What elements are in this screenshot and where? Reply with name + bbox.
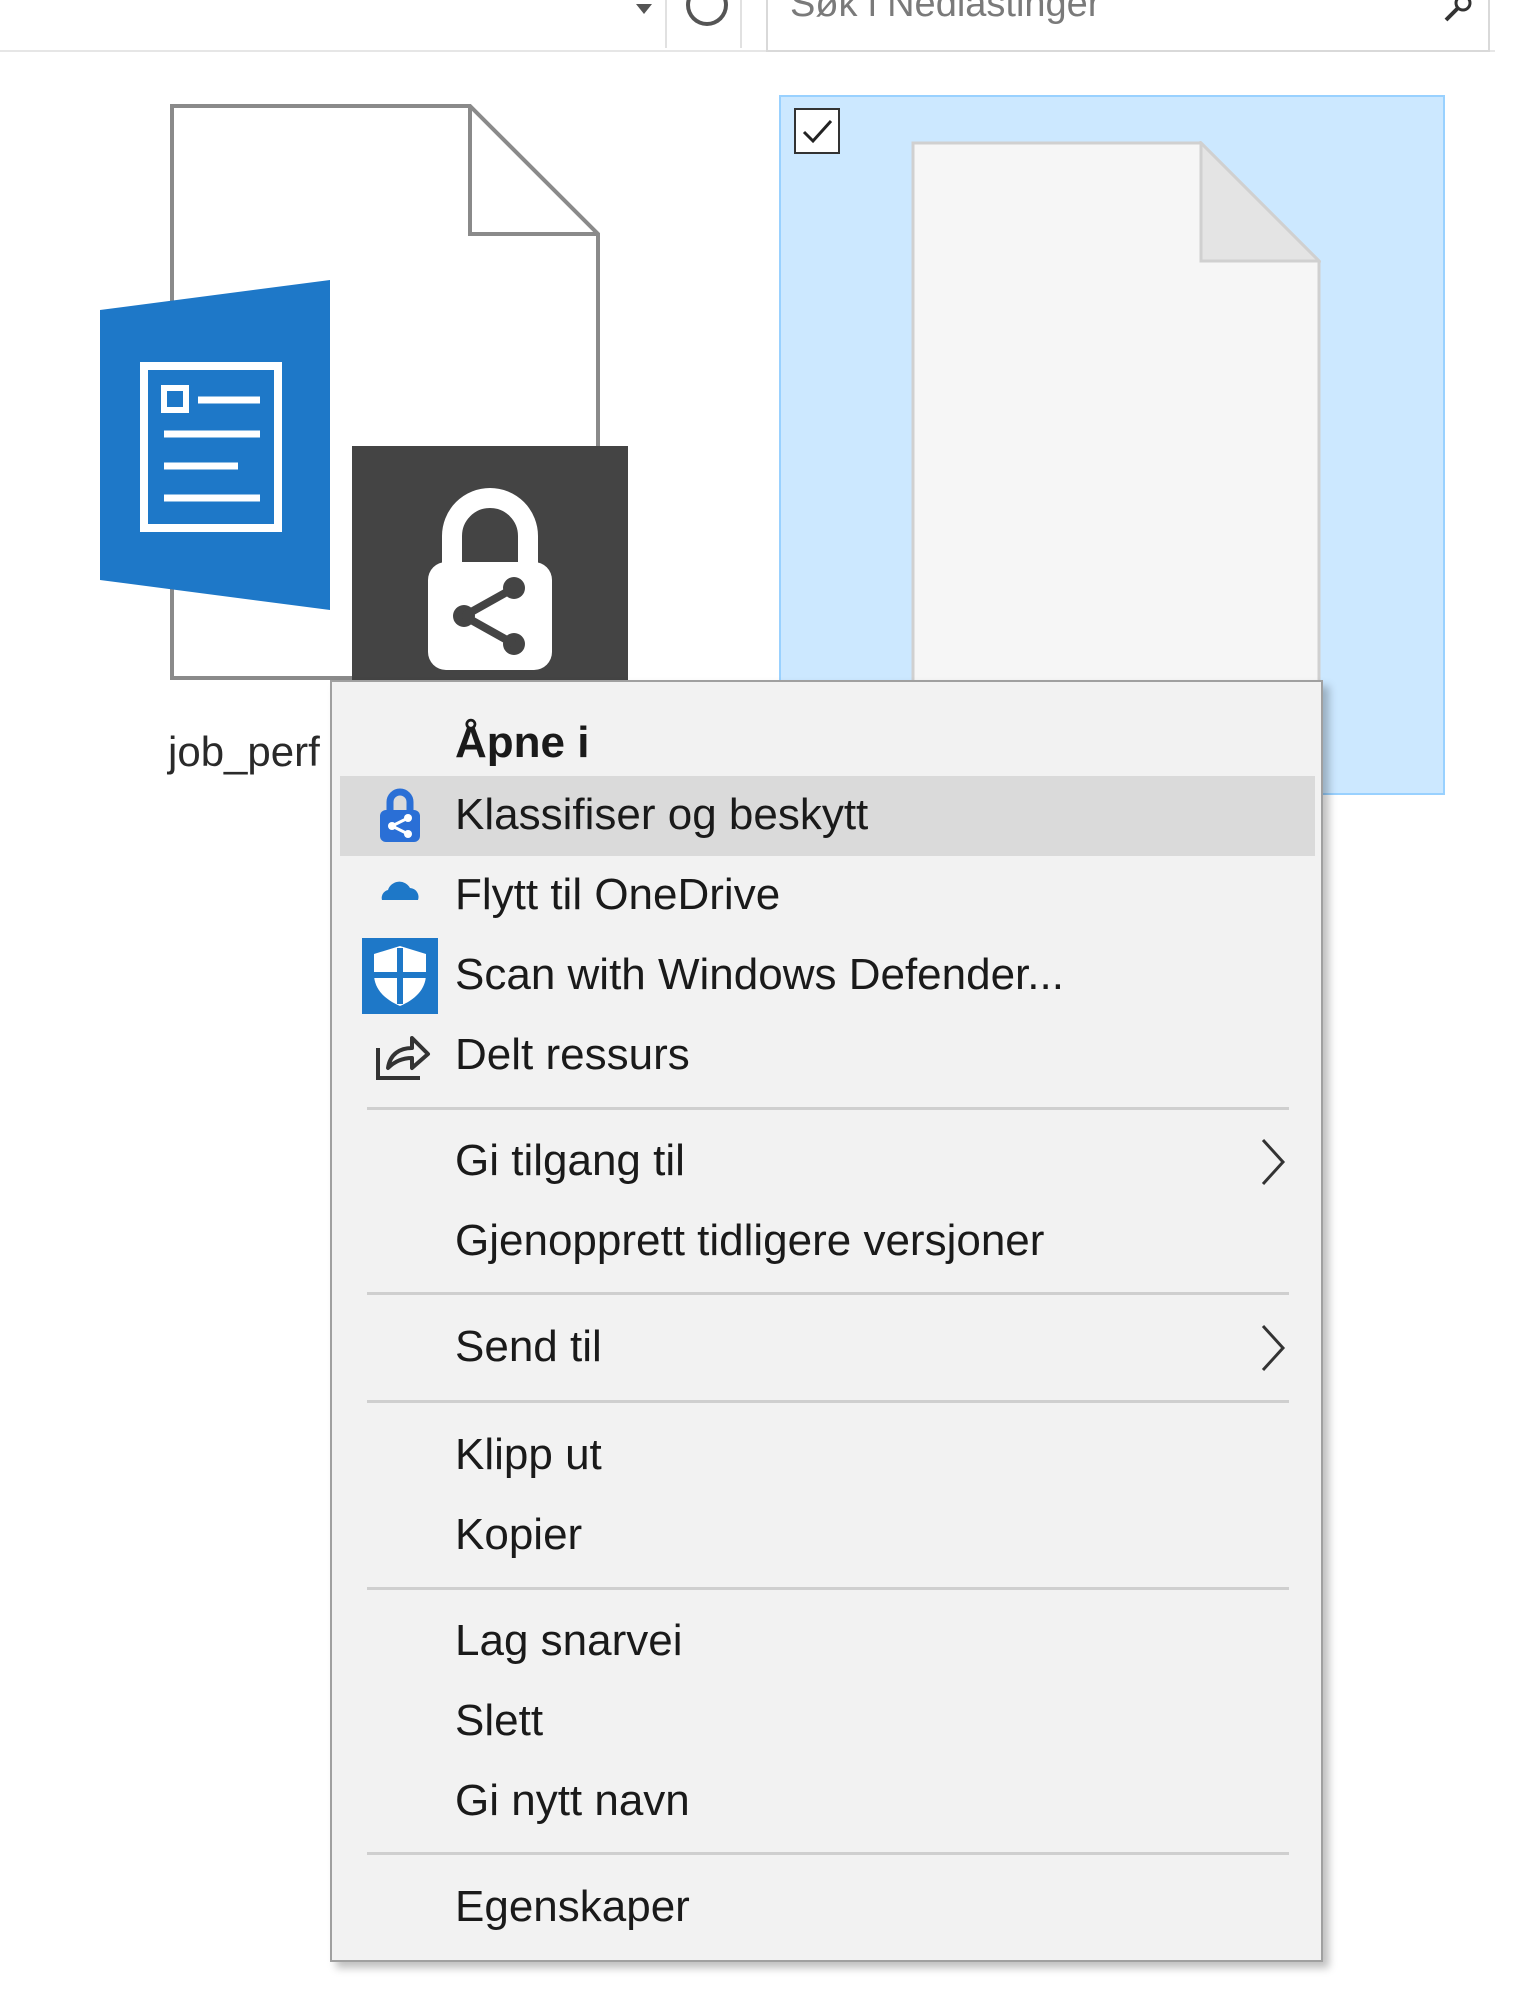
blank-document-icon: [911, 141, 1321, 701]
menu-item-label: Gi nytt navn: [455, 1776, 690, 1825]
file-name-label: job_perf: [168, 728, 320, 775]
menu-item-delete[interactable]: Slett: [340, 1682, 1315, 1762]
history-dropdown-icon[interactable]: [636, 4, 652, 14]
menu-item-label: Kopier: [455, 1510, 583, 1559]
menu-item-share[interactable]: Delt ressurs: [340, 1016, 1315, 1096]
menu-item-label: Gjenopprett tidligere versjoner: [455, 1216, 1045, 1265]
checkmark-icon: [802, 119, 833, 144]
menu-divider: [367, 1400, 1289, 1403]
menu-item-label: Delt ressurs: [455, 1030, 690, 1079]
menu-item-open-in[interactable]: Åpne i: [340, 704, 1315, 784]
menu-item-classify-protect[interactable]: Klassifiser og beskytt: [340, 776, 1315, 856]
classify-protect-icon: [380, 788, 420, 842]
defender-shield-icon: [362, 938, 438, 1014]
menu-item-rename[interactable]: Gi nytt navn: [340, 1762, 1315, 1842]
menu-item-label: Klipp ut: [455, 1430, 602, 1479]
search-icon[interactable]: [1444, 0, 1472, 22]
toolbar-separator: [665, 0, 667, 48]
search-box[interactable]: [766, 0, 1490, 52]
share-icon: [376, 1036, 430, 1080]
search-input[interactable]: [788, 0, 1392, 27]
lock-share-icon: [428, 488, 552, 670]
menu-item-label: Egenskaper: [455, 1882, 690, 1931]
chevron-right-icon: [1261, 1324, 1286, 1372]
menu-item-give-access[interactable]: Gi tilgang til: [340, 1122, 1315, 1202]
menu-item-label: Send til: [455, 1322, 602, 1371]
menu-item-label: Gi tilgang til: [455, 1136, 685, 1185]
menu-item-cut[interactable]: Klipp ut: [340, 1416, 1315, 1496]
menu-item-properties[interactable]: Egenskaper: [340, 1868, 1315, 1948]
menu-divider: [367, 1852, 1289, 1855]
menu-item-move-to-onedrive[interactable]: Flytt til OneDrive: [340, 856, 1315, 936]
menu-divider: [367, 1292, 1289, 1295]
context-menu: Åpne i Klassifiser og beskytt Flytt til …: [330, 680, 1323, 1962]
menu-divider: [367, 1587, 1289, 1590]
selection-checkbox[interactable]: [794, 108, 840, 154]
menu-item-create-shortcut[interactable]: Lag snarvei: [340, 1602, 1315, 1682]
menu-item-send-to[interactable]: Send til: [340, 1308, 1315, 1388]
menu-divider: [367, 1107, 1289, 1110]
menu-item-copy[interactable]: Kopier: [340, 1496, 1315, 1576]
menu-item-label: Flytt til OneDrive: [455, 870, 781, 919]
onedrive-cloud-icon: [381, 881, 419, 900]
chevron-right-icon: [1261, 1138, 1286, 1186]
menu-item-label: Åpne i: [455, 718, 590, 767]
refresh-icon[interactable]: [686, 0, 728, 26]
file-item-job-perf[interactable]: job_perf: [100, 100, 640, 775]
menu-item-restore-versions[interactable]: Gjenopprett tidligere versjoner: [340, 1202, 1315, 1282]
menu-item-scan-defender[interactable]: Scan with Windows Defender...: [340, 936, 1315, 1016]
explorer-toolbar: [0, 0, 1495, 52]
menu-item-label: Slett: [455, 1696, 544, 1745]
menu-item-label: Lag snarvei: [455, 1616, 683, 1665]
menu-item-label: Scan with Windows Defender...: [455, 950, 1064, 999]
menu-item-label: Klassifiser og beskytt: [455, 790, 869, 839]
word-document-icon: [100, 280, 330, 610]
lock-share-overlay: [352, 446, 628, 690]
toolbar-separator: [740, 0, 742, 48]
